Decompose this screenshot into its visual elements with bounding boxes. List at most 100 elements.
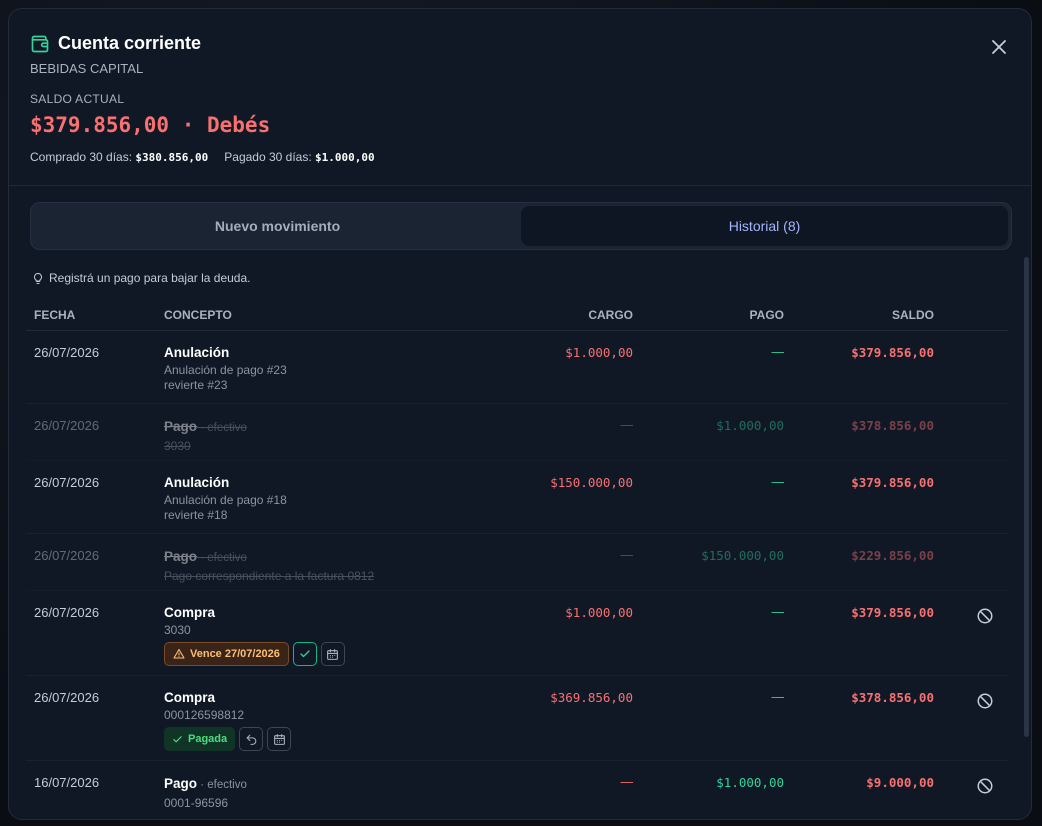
header-saldo: SALDO [892,308,934,322]
due-date-badge: Vence 27/07/2026 [164,642,289,666]
row-concept-method: · efectivo [197,779,247,791]
undo-icon [246,734,256,745]
row-concept-line: revierte #23 [164,378,228,392]
lightbulb-icon [34,272,42,284]
row-concept-method: · efectivo [197,422,247,434]
row-date: 16/07/2026 [34,775,100,790]
row-date: 26/07/2026 [34,475,100,490]
row-date: 26/07/2026 [34,548,100,563]
stats: Comprado 30 días: $380.856,00 Pagado 30 … [30,150,375,164]
table-row: 26/07/2026 Pago · efectivo Pago correspo… [26,534,1008,591]
row-date: 26/07/2026 [34,345,100,360]
row-concept: Pago · efectivo Pago correspondiente a l… [164,548,374,583]
row-date: 26/07/2026 [34,418,100,433]
due-date-text: Vence 27/07/2026 [190,648,280,660]
row-saldo: $378.856,00 [851,690,934,705]
row-concept-line: 3030 [164,439,191,453]
calendar-icon [273,733,285,745]
hint-text: Registrá un pago para bajar la deuda. [49,271,251,285]
close-button[interactable] [989,37,1009,57]
row-concept: Pago · efectivo 3030 [164,418,247,453]
tab-historial[interactable]: Historial (8) [521,206,1008,246]
row-concept-line: Anulación de pago #23 [164,363,287,377]
row-concept-title: Compra [164,690,216,705]
row-saldo: $379.856,00 [851,345,934,360]
stat-comprado: Comprado 30 días: $380.856,00 [30,150,208,164]
row-cargo: — [620,775,634,789]
row-concept-line: Anulación de pago #18 [164,493,287,507]
table-row: 16/07/2026 Pago · efectivo 0001-96596 — … [26,761,1008,819]
mark-paid-button[interactable] [292,642,317,666]
wallet-icon [30,34,50,54]
void-button[interactable] [976,692,994,710]
scrollbar[interactable] [1024,257,1029,737]
client-name: BEBIDAS CAPITAL [30,61,144,76]
table-row: 26/07/2026 Anulación Anulación de pago #… [26,461,1008,534]
history-table: FECHA CONCEPTO CARGO PAGO SALDO 26/07/20… [26,300,1008,819]
check-icon [300,650,310,658]
row-concept-line: 0001-96596 [164,796,229,810]
row-concept-method: · efectivo [197,552,247,564]
close-icon [992,40,1006,54]
row-concept-line: 3030 [164,623,191,637]
void-button[interactable] [976,607,994,625]
header-fecha: FECHA [34,308,76,322]
row-concept: Anulación Anulación de pago #18 revierte… [164,475,287,522]
title-row: Cuenta corriente [30,33,201,54]
row-date: 26/07/2026 [34,690,100,705]
row-concept-title: Pago [164,776,198,791]
row-saldo: $378.856,00 [851,418,934,433]
undo-paid-button[interactable] [239,727,264,751]
row-concept-title: Anulación [164,345,230,360]
table-row: 26/07/2026 Compra 3030 Vence 27/07/2026 [26,591,1008,676]
row-pago: $150.000,00 [701,548,784,563]
row-cargo: — [620,418,634,432]
hint: Registrá un pago para bajar la deuda. [32,271,250,285]
void-button[interactable] [976,777,994,795]
tab-nuevo-movimiento[interactable]: Nuevo movimiento [34,206,521,246]
calendar-icon [327,648,339,660]
warning-icon [173,648,185,659]
row-concept-title: Anulación [164,475,230,490]
modal-header: Cuenta corriente BEBIDAS CAPITAL SALDO A… [9,9,1031,186]
change-date-button[interactable] [320,642,345,666]
paid-badge: Pagada [164,727,236,751]
check-icon [173,735,182,742]
row-concept-line: Pago correspondiente a la factura 0812 [164,569,375,583]
row-actions: Pagada [164,727,292,751]
row-concept: Pago · efectivo 0001-96596 [164,775,247,810]
row-saldo: $379.856,00 [851,475,934,490]
row-cargo: $150.000,00 [550,475,633,490]
row-pago: — [771,605,785,619]
header-concepto: CONCEPTO [164,308,232,322]
ban-icon [977,778,993,794]
row-cargo: $1.000,00 [565,345,633,360]
row-concept-title: Compra [164,605,216,620]
row-pago: $1.000,00 [716,775,784,790]
stat-comprado-value: $380.856,00 [135,151,209,164]
change-date-button[interactable] [267,727,292,751]
row-concept-title: Pago [164,419,198,434]
row-concept: Compra 000126598812 Pagada [164,690,292,751]
tabs: Nuevo movimiento Historial (8) [30,202,1012,250]
stat-pagado: Pagado 30 días: $1.000,00 [224,150,374,164]
table-row: 26/07/2026 Anulación Anulación de pago #… [26,331,1008,404]
row-concept-line: revierte #18 [164,508,228,522]
ban-icon [977,693,993,709]
row-concept-line: 000126598812 [164,708,245,722]
row-cargo: $369.856,00 [550,690,633,705]
balance-label: SALDO ACTUAL [30,92,125,106]
row-cargo: $1.000,00 [565,605,633,620]
header-cargo: CARGO [588,308,633,322]
row-pago: — [771,345,785,359]
row-cargo: — [620,548,634,562]
stat-pagado-label: Pagado 30 días: [224,150,312,164]
stat-pagado-value: $1.000,00 [315,151,375,164]
account-modal: Cuenta corriente BEBIDAS CAPITAL SALDO A… [8,8,1032,820]
row-date: 26/07/2026 [34,605,100,620]
balance-value: $379.856,00 · Debés [30,113,271,137]
row-actions: Vence 27/07/2026 [164,642,345,666]
row-pago: $1.000,00 [716,418,784,433]
row-saldo: $229.856,00 [851,548,934,563]
table-header: FECHA CONCEPTO CARGO PAGO SALDO [26,300,1008,331]
